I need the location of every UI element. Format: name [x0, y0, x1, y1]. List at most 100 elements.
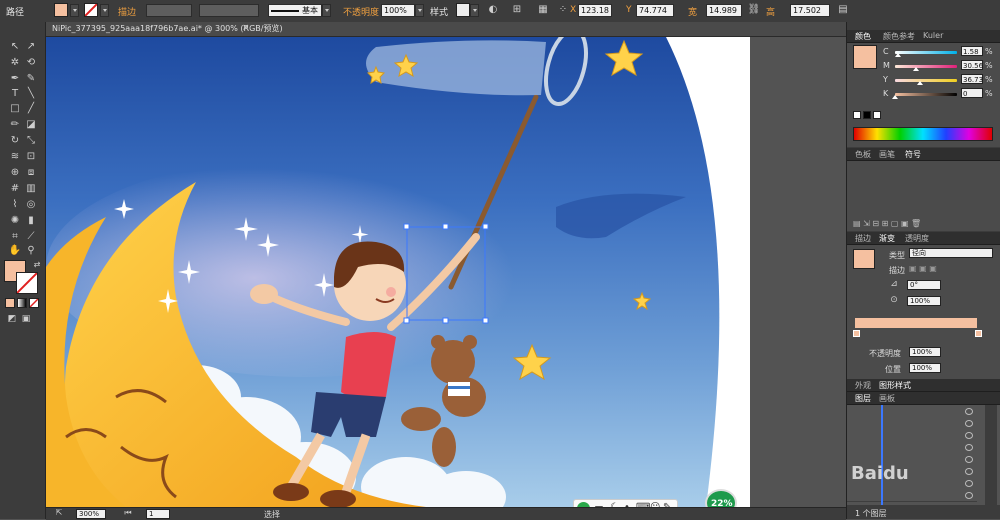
direct-selection-tool-icon[interactable]: ↗ [24, 40, 38, 54]
current-color-swatch[interactable] [853, 45, 877, 69]
artboard-number-field[interactable]: 1 [146, 509, 170, 519]
width-field[interactable]: 14.989 [706, 4, 742, 17]
perspective-grid-tool-icon[interactable]: ⧈ [24, 166, 38, 180]
tab-layers[interactable]: 图层 [855, 393, 871, 404]
tab-symbols[interactable]: 符号 [905, 149, 921, 160]
line-tool-icon[interactable]: ╲ [24, 87, 38, 101]
symbols-panel-footer-icons[interactable]: ▤ ⇲ ⊟ ⊞ ▢ ▣ 🗑 [853, 219, 993, 229]
color-spectrum[interactable] [853, 127, 993, 141]
channel-y-slider[interactable] [895, 79, 957, 82]
opacity-label[interactable]: 不透明度 [343, 5, 379, 18]
fill-swatch[interactable] [54, 3, 68, 17]
transform-icon[interactable]: ▦ [536, 3, 550, 17]
first-artboard-icon[interactable]: ⏮ [121, 506, 135, 520]
type-tool-icon[interactable]: T [8, 87, 22, 101]
curvature-tool-icon[interactable]: ✎ [24, 72, 38, 86]
stroke-gradient-icons[interactable]: ▣ ▣ ▣ [909, 264, 945, 274]
channel-k-knob[interactable] [892, 95, 898, 99]
channel-c-slider[interactable] [895, 51, 957, 54]
tab-gradient[interactable]: 渐变 [879, 233, 895, 244]
tab-graphic-styles[interactable]: 图形样式 [879, 380, 911, 391]
shape-builder-tool-icon[interactable]: ⊕ [8, 166, 22, 180]
gradient-ratio-field[interactable]: 100% [907, 296, 941, 306]
channel-c-knob[interactable] [895, 53, 901, 57]
eyedropper-tool-icon[interactable]: ⌇ [8, 198, 22, 212]
symbol-sprayer-tool-icon[interactable]: ✺ [8, 214, 22, 228]
channel-m-value[interactable]: 30.56 [961, 60, 983, 70]
tab-artboards[interactable]: 画板 [879, 393, 895, 404]
y-field[interactable]: 74.774 [636, 4, 674, 17]
selection-tool-icon[interactable]: ↖ [8, 40, 22, 54]
visibility-eye-icon[interactable] [965, 420, 973, 427]
stroke-color-box[interactable] [16, 272, 38, 294]
close-tab-icon[interactable]: × [242, 23, 250, 33]
gradient-tool-icon[interactable]: ▥ [24, 182, 38, 196]
zoom-field[interactable]: 300% [76, 509, 106, 519]
stroke-style-field[interactable]: 基本 [268, 4, 322, 17]
screen-mode-icon[interactable]: ▣ [19, 312, 33, 326]
variable-width-field[interactable] [199, 4, 259, 17]
rotate-tool-icon[interactable]: ↻ [8, 134, 22, 148]
color-mode-icon[interactable] [5, 298, 15, 308]
fill-dropdown[interactable] [70, 4, 79, 17]
tab-color-guide[interactable]: 颜色参考 [883, 31, 915, 42]
graphic-style-swatch[interactable] [456, 3, 470, 17]
channel-m-knob[interactable] [913, 67, 919, 71]
channel-k-slider[interactable] [895, 93, 957, 96]
tab-brushes[interactable]: 画笔 [879, 149, 895, 160]
layers-scrollbar[interactable] [985, 405, 997, 505]
gradient-slider-bar[interactable] [855, 318, 977, 328]
none-mode-icon[interactable] [29, 298, 39, 308]
opacity-dropdown[interactable] [415, 4, 424, 17]
channel-y-knob[interactable] [917, 81, 923, 85]
visibility-eye-icon[interactable] [965, 456, 973, 463]
visibility-eye-icon[interactable] [965, 492, 973, 499]
free-transform-tool-icon[interactable]: ⊡ [24, 150, 38, 164]
tab-color[interactable]: 颜色 [855, 31, 871, 42]
visibility-eye-icon[interactable] [965, 444, 973, 451]
channel-k-value[interactable]: 0 [961, 88, 983, 98]
tab-transparency[interactable]: 透明度 [905, 233, 929, 244]
visibility-eye-icon[interactable] [965, 468, 973, 475]
channel-y-value[interactable]: 36.73 [961, 74, 983, 84]
none-color-chip[interactable] [853, 111, 861, 119]
mesh-tool-icon[interactable]: # [8, 182, 22, 196]
visibility-eye-icon[interactable] [965, 432, 973, 439]
link-proportions-icon[interactable]: ⛓ [747, 3, 761, 17]
stop-opacity-field[interactable]: 100% [909, 347, 941, 357]
draw-mode-icon[interactable]: ◩ [5, 312, 19, 326]
warp-tool-icon[interactable]: ≋ [8, 150, 22, 164]
hand-tool-icon[interactable]: ✋ [8, 244, 22, 258]
zoom-tool-icon[interactable]: ⚲ [24, 244, 38, 258]
gradient-preview-swatch[interactable] [853, 249, 875, 269]
slice-tool-icon[interactable]: ⟋ [24, 230, 38, 244]
reference-point-icon[interactable]: ⁘ [556, 3, 570, 17]
recolor-icon[interactable]: ◐ [486, 3, 500, 17]
stroke-weight-field[interactable] [146, 4, 192, 17]
visibility-eye-icon[interactable] [965, 480, 973, 487]
pencil-tool-icon[interactable]: ✏ [8, 118, 22, 132]
paintbrush-tool-icon[interactable]: ╱ [24, 102, 38, 116]
artboard-tool-icon[interactable]: ⌗ [8, 230, 22, 244]
stroke-dropdown[interactable] [100, 4, 109, 17]
stop-location-field[interactable]: 100% [909, 363, 941, 373]
gradient-type-select[interactable]: 径向 [909, 248, 993, 258]
scale-tool-icon[interactable]: ⤡ [24, 134, 38, 148]
magic-wand-tool-icon[interactable]: ✲ [8, 56, 22, 70]
tab-stroke[interactable]: 描边 [855, 233, 871, 244]
gradient-stop-left[interactable] [853, 330, 860, 337]
graphic-style-dropdown[interactable] [470, 4, 479, 17]
lasso-tool-icon[interactable]: ⟲ [24, 56, 38, 70]
tab-kuler[interactable]: Kuler [923, 31, 943, 40]
opacity-field[interactable]: 100% [381, 4, 415, 17]
tab-appearance[interactable]: 外观 [855, 380, 871, 391]
pen-tool-icon[interactable]: ✒ [8, 72, 22, 86]
canvas-area[interactable] [46, 37, 846, 507]
white-color-chip[interactable] [873, 111, 881, 119]
channel-c-value[interactable]: 1.58 [961, 46, 983, 56]
artboard-nav-icon[interactable]: ⇱ [52, 506, 66, 520]
more-options-icon[interactable]: ▤ [836, 3, 850, 17]
align-icon[interactable]: ⊞ [510, 3, 524, 17]
column-graph-tool-icon[interactable]: ▮ [24, 214, 38, 228]
swap-colors-icon[interactable]: ⇄ [30, 258, 44, 272]
